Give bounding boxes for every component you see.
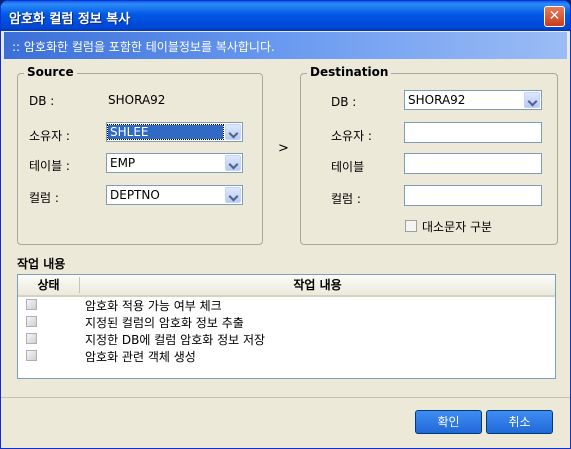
source-table-value: EMP	[110, 156, 136, 170]
destination-group-title: Destination	[307, 65, 392, 79]
column-header-task[interactable]: 작업 내용	[80, 275, 555, 295]
task-list: 상태 작업 내용 암호화 적용 가능 여부 체크 지정된 컬럼의 암호화 정보 …	[17, 274, 556, 379]
cancel-button[interactable]: 취소	[486, 410, 553, 434]
source-owner-value: SHLEE	[107, 124, 224, 140]
source-table-select[interactable]: EMP	[106, 153, 243, 173]
task-text: 암호화 적용 가능 여부 체크	[85, 299, 222, 313]
close-icon[interactable]: ✕	[544, 6, 565, 27]
destination-column-input[interactable]	[404, 185, 542, 206]
source-column-label: 컬럼 :	[29, 191, 59, 205]
chevron-down-icon[interactable]	[225, 187, 241, 203]
window-title: 암호화 컬럼 정보 복사	[9, 12, 131, 27]
status-icon	[26, 350, 37, 361]
column-header-status[interactable]: 상태	[18, 275, 79, 295]
status-icon	[26, 299, 37, 310]
destination-db-label: DB :	[331, 95, 357, 109]
copy-arrow-icon: >	[278, 141, 289, 156]
source-column-select[interactable]: DEPTNO	[106, 185, 243, 205]
destination-db-value: SHORA92	[408, 93, 466, 107]
banner-text: :: 암호화한 컬럼을 포함한 테이블정보를 복사합니다.	[12, 40, 275, 54]
ok-button[interactable]: 확인	[415, 410, 482, 434]
source-group-title: Source	[24, 65, 77, 79]
list-item[interactable]: 지정된 컬럼의 암호화 정보 추출	[18, 313, 555, 330]
chevron-down-icon[interactable]	[225, 155, 241, 171]
destination-db-select[interactable]: SHORA92	[404, 90, 542, 110]
dialog-window: 암호화 컬럼 정보 복사 ✕ :: 암호화한 컬럼을 포함한 테이블정보를 복사…	[0, 0, 571, 449]
info-banner: :: 암호화한 컬럼을 포함한 테이블정보를 복사합니다.	[4, 32, 567, 59]
title-bar[interactable]: 암호화 컬럼 정보 복사 ✕	[1, 1, 570, 31]
list-item[interactable]: 암호화 관련 객체 생성	[18, 347, 555, 364]
source-owner-label: 소유자 :	[29, 129, 70, 143]
source-db-value: SHORA92	[108, 93, 166, 107]
task-text: 암호화 관련 객체 생성	[85, 350, 196, 364]
source-db-label: DB :	[29, 94, 55, 108]
source-owner-select[interactable]: SHLEE	[106, 122, 243, 142]
list-item[interactable]: 지정한 DB에 컬럼 암호화 정보 저장	[18, 330, 555, 347]
destination-table-input[interactable]	[404, 153, 542, 174]
destination-table-label: 테이블	[331, 160, 365, 174]
case-sensitive-label: 대소문자 구분	[422, 220, 493, 234]
source-column-value: DEPTNO	[110, 188, 160, 202]
chevron-down-icon[interactable]	[225, 124, 241, 140]
task-text: 지정한 DB에 컬럼 암호화 정보 저장	[85, 333, 266, 347]
status-icon	[26, 316, 37, 327]
task-list-header: 상태 작업 내용	[18, 275, 555, 297]
destination-owner-input[interactable]	[404, 122, 542, 143]
divider	[1, 397, 570, 398]
task-text: 지정된 컬럼의 암호화 정보 추출	[85, 316, 244, 330]
destination-owner-label: 소유자 :	[331, 129, 372, 143]
destination-column-label: 컬럼 :	[331, 192, 361, 206]
tasks-title: 작업 내용	[17, 257, 66, 271]
chevron-down-icon[interactable]	[524, 92, 540, 108]
status-icon	[26, 333, 37, 344]
case-sensitive-checkbox[interactable]	[405, 220, 417, 232]
list-item[interactable]: 암호화 적용 가능 여부 체크	[18, 296, 555, 313]
source-table-label: 테이블 :	[29, 159, 70, 173]
